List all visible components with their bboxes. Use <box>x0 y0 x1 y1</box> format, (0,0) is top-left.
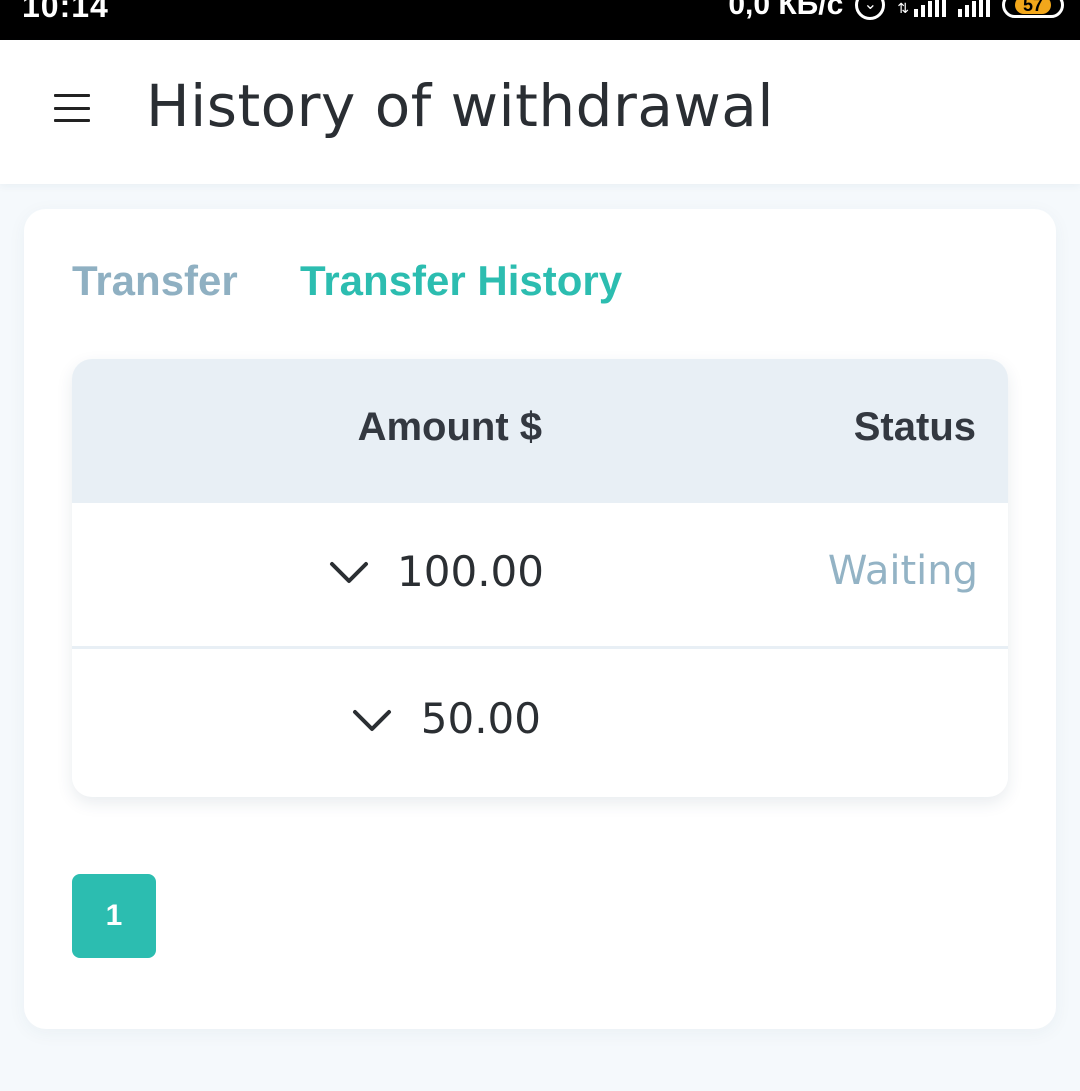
signal-1-icon: ⇅ <box>897 0 946 17</box>
app-header: History of withdrawal <box>0 40 1080 184</box>
page-title: History of withdrawal <box>146 72 774 140</box>
signal-2-icon <box>958 0 990 17</box>
status-bar: 10:14 0,0 КБ/с ⌄ ⇅ 57 <box>0 0 1080 40</box>
hamburger-menu-icon[interactable] <box>54 94 90 122</box>
status-badge: Waiting <box>827 548 978 594</box>
chevron-down-icon[interactable] <box>329 561 369 585</box>
battery-icon: 57 <box>1002 0 1064 18</box>
tab-transfer[interactable]: Transfer <box>72 257 238 305</box>
table-row[interactable]: 50.00 <box>72 649 1008 795</box>
status-time: 10:14 <box>22 0 109 24</box>
withdrawal-card: Transfer Transfer History Amount $ Statu… <box>24 209 1056 1029</box>
download-icon: ⌄ <box>855 0 886 20</box>
tab-transfer-history[interactable]: Transfer History <box>300 257 622 305</box>
row-amount: 50.00 <box>420 694 541 743</box>
table-row[interactable]: 100.00 Waiting <box>72 503 1008 649</box>
transfer-history-table: Amount $ Status 100.00 Waiting 50.00 <box>72 359 1008 797</box>
pagination-page-button[interactable]: 1 <box>72 874 156 958</box>
network-speed: 0,0 КБ/с <box>728 0 844 21</box>
chevron-down-icon[interactable] <box>352 709 392 733</box>
table-header: Amount $ Status <box>72 359 1008 503</box>
column-header-status: Status <box>853 405 976 449</box>
column-header-amount: Amount $ <box>357 405 542 449</box>
battery-level: 57 <box>1014 0 1052 14</box>
row-amount: 100.00 <box>397 547 544 596</box>
status-indicators: 0,0 КБ/с ⌄ ⇅ 57 <box>728 0 1064 22</box>
